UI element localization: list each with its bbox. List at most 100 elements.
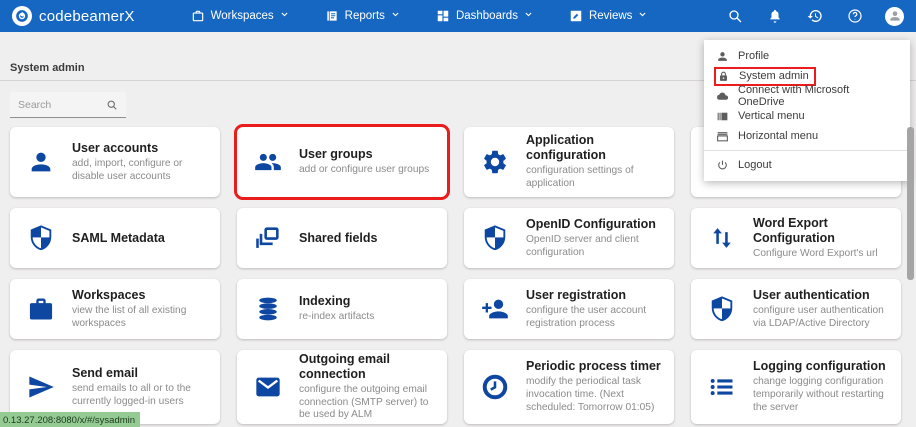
menu-divider [704,150,910,151]
card-description: Configure Word Export's url [753,248,893,261]
card-title: Application configuration [526,133,666,163]
send-icon [27,373,55,401]
person-add-icon [481,295,509,323]
chevron-down-icon [391,10,400,22]
person-icon [27,148,55,176]
dashboard-grid-icon [436,9,450,23]
user-avatar[interactable] [885,7,904,26]
card-title: Outgoing email connection [299,352,439,382]
envelope-icon [254,373,282,401]
admin-card-user-registration[interactable]: User registration configure the user acc… [464,279,674,339]
help-icon[interactable] [835,0,875,32]
search-icon[interactable] [715,0,755,32]
chevron-down-icon [524,10,533,22]
menu-item-label: Connect with Microsoft OneDrive [738,84,894,108]
app-name: codebeamerX [39,8,135,25]
person-small-icon [716,50,729,63]
card-description: configure the user account registration … [526,305,666,331]
card-description: configure the outgoing email connection … [299,384,439,422]
menu-item-label: Logout [738,159,772,171]
card-title: User accounts [72,141,212,156]
menu-item-profile[interactable]: Profile [704,46,910,66]
menu-item-label: Vertical menu [738,110,805,122]
card-title: Word Export Configuration [753,216,893,246]
shield-icon [27,224,55,252]
app-logo[interactable]: codebeamerX [0,6,135,26]
admin-card-user-accounts[interactable]: User accounts add, import, configure or … [10,127,220,197]
menu-item-label: Horizontal menu [738,130,818,142]
card-description: change logging configuration temporarily… [753,376,893,414]
card-title: User authentication [753,288,893,303]
cloud-icon [716,90,729,103]
nav-item-workspaces[interactable]: Workspaces [177,0,303,32]
admin-card-user-authentication[interactable]: User authentication configure user authe… [691,279,901,339]
card-description: send emails to all or to the currently l… [72,383,212,409]
chevron-down-icon [280,10,289,22]
layers-icon [254,224,282,252]
notifications-bell-icon[interactable] [755,0,795,32]
shield-icon [481,224,509,252]
history-icon[interactable] [795,0,835,32]
card-title: User groups [299,147,429,162]
card-description: add, import, configure or disable user a… [72,158,212,184]
card-title: Indexing [299,294,374,309]
briefcase-outline-icon [191,9,205,23]
database-icon [254,295,282,323]
people-icon [254,148,282,176]
status-url: 0.13.27.208:8080/x/#/sysadmin [0,412,140,427]
primary-nav: Workspaces Reports Dashboards Reviews [177,0,662,32]
menu-item-horizontal-menu[interactable]: Horizontal menu [704,126,910,146]
codebeamer-logo-icon [12,6,32,26]
briefcase-icon [27,295,55,323]
admin-card-openid-configuration[interactable]: OpenID Configuration OpenID server and c… [464,208,674,268]
card-description: view the list of all existing workspaces [72,305,212,331]
top-navigation-bar: codebeamerX Workspaces Reports Dashboard… [0,0,916,32]
card-description: configuration settings of application [526,165,666,191]
gear-icon [481,148,509,176]
admin-card-saml-metadata[interactable]: SAML Metadata [10,208,220,268]
menu-item-connect-with-microsoft-onedrive[interactable]: Connect with Microsoft OneDrive [704,86,910,106]
card-title: OpenID Configuration [526,217,666,232]
magnifier-icon[interactable] [106,99,118,111]
nav-item-dashboards[interactable]: Dashboards [422,0,547,32]
vertical-scrollbar[interactable] [907,127,914,280]
admin-card-application-configuration[interactable]: Application configuration configuration … [464,127,674,197]
card-description: modify the periodical task invocation ti… [526,376,666,414]
admin-card-logging-configuration[interactable]: Logging configuration change logging con… [691,350,901,424]
nav-item-reports[interactable]: Reports [311,0,414,32]
card-title: User registration [526,288,666,303]
admin-card-workspaces[interactable]: Workspaces view the list of all existing… [10,279,220,339]
menu-item-label: System admin [739,70,809,82]
card-title: Periodic process timer [526,359,666,374]
clock-icon [481,373,509,401]
admin-card-periodic-process-timer[interactable]: Periodic process timer modify the period… [464,350,674,424]
lock-icon [717,70,730,83]
bulleted-list-icon [708,373,736,401]
admin-card-indexing[interactable]: Indexing re-index artifacts [237,279,447,339]
card-description: OpenID server and client configuration [526,234,666,260]
card-description: configure user authentication via LDAP/A… [753,305,893,331]
vertical-layout-icon [716,110,729,123]
card-title: Workspaces [72,288,212,303]
user-dropdown-menu: Profile System admin Connect with Micros… [704,40,910,181]
nav-item-reviews[interactable]: Reviews [555,0,661,32]
admin-card-shared-fields[interactable]: Shared fields [237,208,447,268]
arrows-up-down-icon [708,224,736,252]
card-title: Send email [72,366,212,381]
card-description: re-index artifacts [299,311,374,324]
horizontal-layout-icon [716,130,729,143]
topbar-actions [715,0,916,32]
card-description: add or configure user groups [299,164,429,177]
system-admin-page: codebeamerX Workspaces Reports Dashboard… [0,0,916,427]
shield-icon [708,295,736,323]
admin-card-outgoing-email-connection[interactable]: Outgoing email connection configure the … [237,350,447,424]
page-title: System admin [10,62,85,74]
admin-card-word-export-configuration[interactable]: Word Export Configuration Configure Word… [691,208,901,268]
review-pencil-icon [569,9,583,23]
search-input[interactable] [10,99,98,111]
admin-search [10,92,126,118]
menu-item-label: Profile [738,50,769,62]
chevron-down-icon [638,10,647,22]
menu-item-logout[interactable]: Logout [704,155,910,175]
admin-card-user-groups[interactable]: User groups add or configure user groups [237,127,447,197]
